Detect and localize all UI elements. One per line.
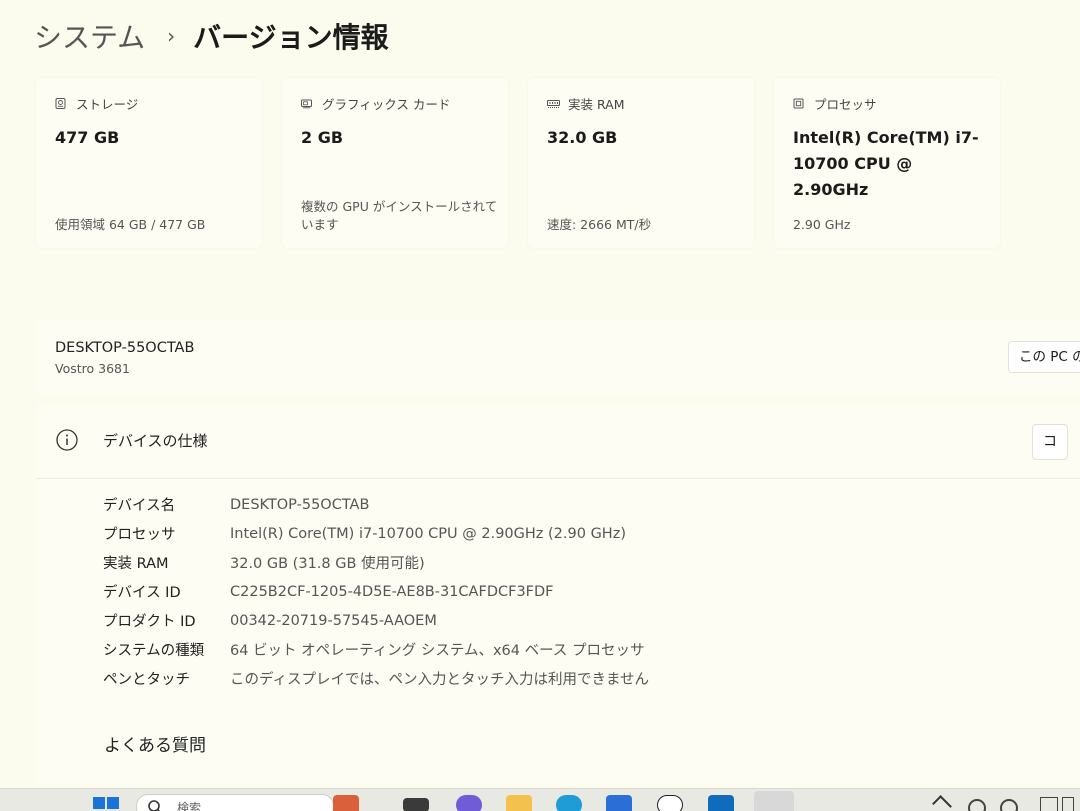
spec-value: 64 ビット オペレーティング システム、x64 ベース プロセッサ: [230, 639, 645, 660]
breadcrumb: システム › バージョン情報: [34, 14, 389, 58]
card-header: 実装 RAM: [547, 94, 625, 113]
device-specs-title: デバイスの仕様: [103, 430, 208, 451]
spec-value: DESKTOP-55OCTAB: [230, 497, 369, 513]
graphics-card-icon: [301, 98, 312, 109]
spec-row-processor: プロセッサ Intel(R) Core(TM) i7-10700 CPU @ 2…: [103, 519, 649, 548]
info-icon: [56, 429, 78, 451]
search-placeholder: 検索: [177, 799, 201, 811]
card-header: グラフィックス カード: [301, 94, 450, 113]
breadcrumb-parent-link[interactable]: システム: [34, 16, 145, 56]
device-specs-panel: デバイスの仕様 コ デバイス名 DESKTOP-55OCTAB プロセッサ In…: [36, 404, 1080, 784]
spec-row-system-type: システムの種類 64 ビット オペレーティング システム、x64 ベース プロセ…: [103, 635, 649, 664]
dell-icon[interactable]: [657, 795, 683, 811]
spec-value: このディスプレイでは、ペン入力とタッチ入力は利用できません: [230, 668, 649, 689]
copy-button[interactable]: コ: [1032, 424, 1068, 460]
processor-card[interactable]: プロセッサ Intel(R) Core(TM) i7-10700 CPU @ 2…: [774, 78, 1000, 248]
rename-pc-button[interactable]: この PC の: [1008, 341, 1080, 373]
outlook-icon[interactable]: [708, 795, 734, 811]
spec-row-pen-touch: ペンとタッチ このディスプレイでは、ペン入力とタッチ入力は利用できません: [103, 664, 649, 693]
store-icon[interactable]: [606, 795, 632, 811]
edge-icon[interactable]: [556, 795, 582, 811]
spec-value: 00342-20719-57545-AAOEM: [230, 613, 437, 629]
spec-label: デバイス名: [103, 494, 230, 515]
spec-label: 実装 RAM: [103, 552, 230, 573]
breadcrumb-chevron-icon: ›: [167, 24, 175, 48]
card-subtext: 複数の GPU がインストールされています: [301, 198, 506, 234]
windows-start-icon[interactable]: [92, 796, 120, 811]
settings-icon[interactable]: [754, 791, 794, 811]
card-value: Intel(R) Core(TM) i7-10700 CPU @ 2.90GHz: [793, 125, 993, 203]
spec-value: C225B2CF-1205-4D5E-AE8B-31CAFDCF3FDF: [230, 584, 554, 600]
card-subtext: 使用領域 64 GB / 477 GB: [55, 216, 260, 234]
card-title: グラフィックス カード: [322, 94, 450, 113]
network-icon[interactable]: [968, 799, 986, 811]
spec-label: デバイス ID: [103, 581, 230, 602]
search-icon: [147, 799, 163, 811]
spec-row-product-id: プロダクト ID 00342-20719-57545-AAOEM: [103, 606, 649, 635]
spec-label: システムの種類: [103, 639, 230, 660]
spec-label: ペンとタッチ: [103, 668, 230, 689]
processor-icon: [793, 98, 804, 109]
spec-row-device-id: デバイス ID C225B2CF-1205-4D5E-AE8B-31CAFDCF…: [103, 577, 649, 606]
storage-card[interactable]: ストレージ 477 GB 使用領域 64 GB / 477 GB: [36, 78, 262, 248]
device-name-panel: DESKTOP-55OCTAB Vostro 3681 この PC の: [36, 319, 1080, 395]
device-specs-header[interactable]: デバイスの仕様 コ: [36, 404, 1080, 479]
storage-icon: [55, 98, 66, 109]
spec-label: プロセッサ: [103, 523, 230, 544]
card-header: プロセッサ: [793, 94, 877, 113]
card-header: ストレージ: [55, 94, 138, 113]
file-explorer-icon[interactable]: [506, 795, 532, 811]
spec-value: Intel(R) Core(TM) i7-10700 CPU @ 2.90GHz…: [230, 526, 626, 542]
device-name: DESKTOP-55OCTAB: [55, 340, 194, 356]
notification-icon[interactable]: [1040, 797, 1058, 811]
copilot-icon[interactable]: [456, 795, 482, 811]
card-value: 477 GB: [55, 125, 255, 151]
taskbar: 検索: [0, 788, 1080, 811]
ram-card[interactable]: 実装 RAM 32.0 GB 速度: 2666 MT/秒: [528, 78, 754, 248]
spec-list: デバイス名 DESKTOP-55OCTAB プロセッサ Intel(R) Cor…: [103, 490, 649, 693]
card-title: ストレージ: [76, 94, 138, 113]
graphics-card-card[interactable]: グラフィックス カード 2 GB 複数の GPU がインストールされています: [282, 78, 508, 248]
page-title: バージョン情報: [193, 16, 388, 56]
taskbar-search-box[interactable]: 検索: [136, 794, 334, 811]
spec-row-device-name: デバイス名 DESKTOP-55OCTAB: [103, 490, 649, 519]
spec-label: プロダクト ID: [103, 610, 230, 631]
spec-value: 32.0 GB (31.8 GB 使用可能): [230, 552, 425, 573]
card-value: 2 GB: [301, 125, 501, 151]
card-title: 実装 RAM: [568, 94, 625, 113]
card-subtext: 2.90 GHz: [793, 216, 998, 234]
faq-heading[interactable]: よくある質問: [104, 731, 206, 756]
device-model: Vostro 3681: [55, 361, 130, 376]
chevron-up-icon[interactable]: [932, 795, 952, 811]
widgets-icon[interactable]: [333, 795, 359, 811]
card-title: プロセッサ: [814, 94, 877, 113]
card-subtext: 速度: 2666 MT/秒: [547, 216, 752, 234]
task-view-icon[interactable]: [403, 798, 429, 811]
volume-icon[interactable]: [1000, 799, 1018, 811]
card-value: 32.0 GB: [547, 125, 747, 151]
spec-row-ram: 実装 RAM 32.0 GB (31.8 GB 使用可能): [103, 548, 649, 577]
ram-icon: [547, 98, 558, 109]
tray-icon[interactable]: [1062, 797, 1074, 811]
